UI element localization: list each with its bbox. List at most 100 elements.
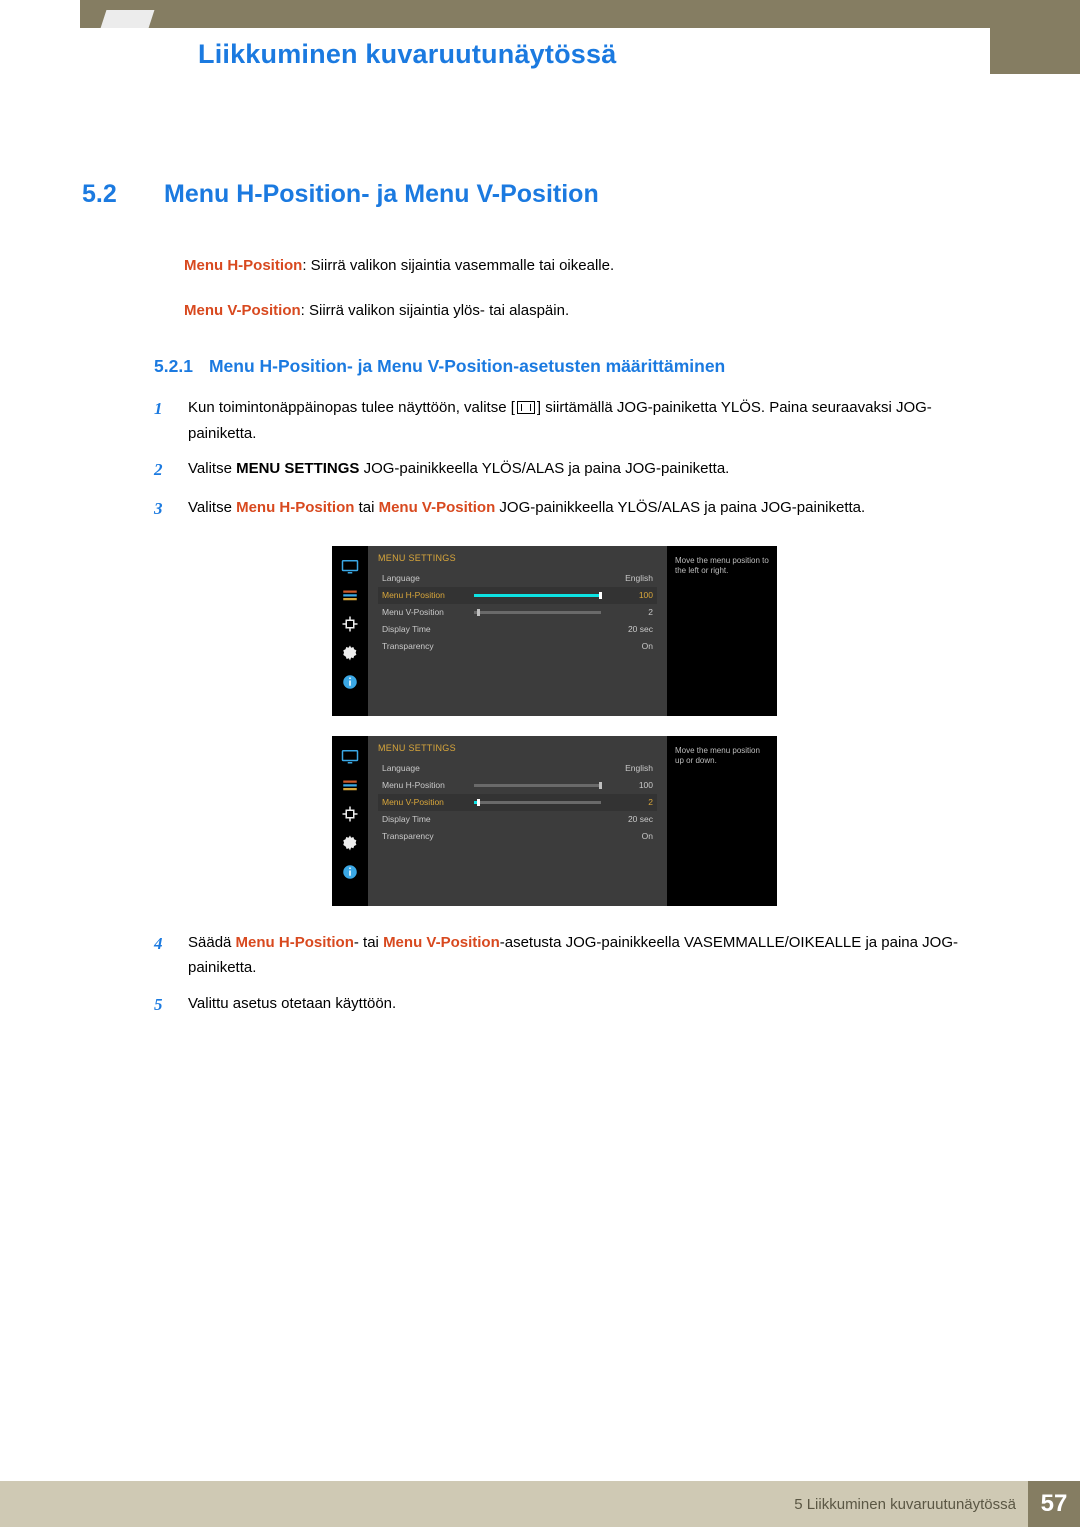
step-5: 5 Valittu asetus otetaan käyttöön. [154,991,998,1020]
row-label: Menu V-Position [382,607,474,617]
step-2: 2 Valitse MENU SETTINGS JOG-painikkeella… [154,456,998,485]
section-number: 5.2 [82,180,164,209]
osd-row-displaytime: Display Time 20 sec [378,621,657,638]
subsection-number: 5.2.1 [154,356,193,377]
osd-row-hpos: Menu H-Position 100 [378,777,657,794]
step-4: 4 Säädä Menu H-Position- tai Menu V-Posi… [154,930,998,981]
slider [474,594,601,597]
t: - tai [354,934,383,951]
osd-sidebar [332,736,368,906]
row-value: 20 sec [611,624,653,634]
slider [474,784,601,787]
info-icon [339,672,361,692]
row-value: 100 [611,590,653,600]
row-label: Menu V-Position [382,797,474,807]
step-1: 1 Kun toimintonäppäinopas tulee näyttöön… [154,395,998,446]
row-value: English [611,573,653,583]
position-icon [339,614,361,634]
osd-row-displaytime: Display Time 20 sec [378,811,657,828]
content-area: 5.2Menu H-Position- ja Menu V-Position M… [82,180,998,1030]
picture-icon [339,556,361,576]
osd-vpos: MENU SETTINGS Language English Menu H-Po… [332,736,777,906]
osd-sidebar [332,546,368,716]
desc-vpos: : Siirrä valikon sijaintia ylös- tai ala… [301,302,569,319]
t: JOG-painikkeella YLÖS/ALAS ja paina JOG-… [359,460,729,477]
definition-hpos: Menu H-Position: Siirrä valikon sijainti… [184,255,998,278]
menu-icon [517,401,535,414]
position-icon [339,804,361,824]
section-heading: 5.2Menu H-Position- ja Menu V-Position [82,180,998,209]
step-number: 2 [154,456,170,485]
osd-row-vpos: Menu V-Position 2 [378,794,657,811]
osd-help: Move the menu position to the left or ri… [667,546,777,716]
t-term: Menu H-Position [236,934,354,951]
header-left-gap [0,0,80,74]
osd-previews: MENU SETTINGS Language English Menu H-Po… [332,546,998,906]
osd-row-transparency: Transparency On [378,638,657,655]
lines-icon [339,775,361,795]
osd-title: MENU SETTINGS [378,553,657,563]
t: tai [354,499,378,516]
row-value: 2 [611,607,653,617]
section-title: Menu H-Position- ja Menu V-Position [164,180,599,208]
row-label: Language [382,573,474,583]
osd-body: MENU SETTINGS Language English Menu H-Po… [368,546,667,716]
row-value: 100 [611,780,653,790]
row-value: English [611,763,653,773]
info-icon [339,862,361,882]
t-bold: MENU SETTINGS [236,460,359,477]
step-text: Kun toimintonäppäinopas tulee näyttöön, … [188,395,998,446]
subsection-heading: 5.2.1 Menu H-Position- ja Menu V-Position… [154,356,998,377]
osd-body: MENU SETTINGS Language English Menu H-Po… [368,736,667,906]
term-vpos: Menu V-Position [184,302,301,319]
term-hpos: Menu H-Position [184,257,302,274]
t: Valitse [188,499,236,516]
osd-title: MENU SETTINGS [378,743,657,753]
slider [474,801,601,804]
row-label: Transparency [382,831,474,841]
t-term: Menu V-Position [379,499,496,516]
gear-icon [339,833,361,853]
step-number: 4 [154,930,170,981]
step-text: Säädä Menu H-Position- tai Menu V-Positi… [188,930,998,981]
step-number: 1 [154,395,170,446]
gear-icon [339,643,361,663]
row-value: 2 [611,797,653,807]
osd-row-language: Language English [378,570,657,587]
row-value: On [611,831,653,841]
page-number: 57 [1028,1481,1080,1527]
t: Säädä [188,934,236,951]
row-label: Menu H-Position [382,590,474,600]
lines-icon [339,585,361,605]
row-value: 20 sec [611,814,653,824]
slider [474,611,601,614]
page-title-container: Liikkuminen kuvaruutunäytössä [80,28,990,80]
osd-row-language: Language English [378,760,657,777]
picture-icon [339,746,361,766]
row-label: Menu H-Position [382,780,474,790]
t: JOG-painikkeella YLÖS/ALAS ja paina JOG-… [495,499,865,516]
page-title: Liikkuminen kuvaruutunäytössä [198,39,616,70]
osd-row-transparency: Transparency On [378,828,657,845]
osd-help: Move the menu position up or down. [667,736,777,906]
step-number: 5 [154,991,170,1020]
row-label: Display Time [382,814,474,824]
row-value: On [611,641,653,651]
osd-row-vpos: Menu V-Position 2 [378,604,657,621]
step-1-part-a: Kun toimintonäppäinopas tulee näyttöön, … [188,399,515,416]
definition-vpos: Menu V-Position: Siirrä valikon sijainti… [184,300,998,323]
step-3: 3 Valitse Menu H-Position tai Menu V-Pos… [154,495,998,524]
step-text: Valitse MENU SETTINGS JOG-painikkeella Y… [188,456,998,485]
desc-hpos: : Siirrä valikon sijaintia vasemmalle ta… [302,257,614,274]
t-term: Menu H-Position [236,499,354,516]
row-label: Display Time [382,624,474,634]
t-term: Menu V-Position [383,934,500,951]
step-text: Valitse Menu H-Position tai Menu V-Posit… [188,495,998,524]
step-text: Valittu asetus otetaan käyttöön. [188,991,998,1020]
row-label: Language [382,763,474,773]
step-number: 3 [154,495,170,524]
footer-text: 5 Liikkuminen kuvaruutunäytössä [794,1496,1016,1513]
osd-hpos: MENU SETTINGS Language English Menu H-Po… [332,546,777,716]
t: Valitse [188,460,236,477]
subsection-title: Menu H-Position- ja Menu V-Position-aset… [209,356,725,376]
